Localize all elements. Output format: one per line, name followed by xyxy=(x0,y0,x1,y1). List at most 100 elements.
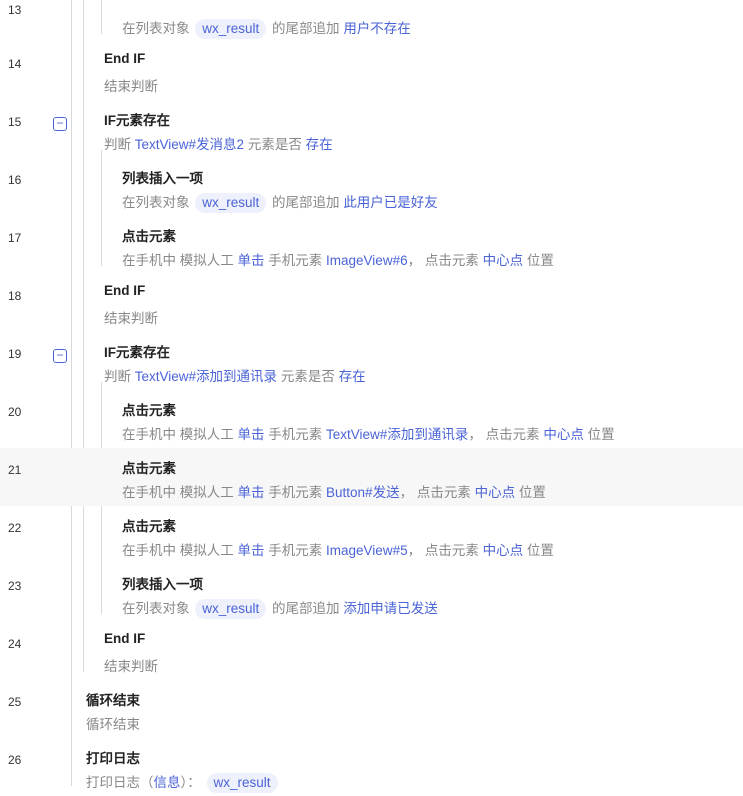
param-keyword[interactable]: 单击 xyxy=(238,543,265,558)
desc-text: 的尾部追加 xyxy=(268,601,344,616)
workflow-step-row[interactable]: 24 End IF 结束判断 xyxy=(0,622,743,680)
param-keyword[interactable]: 中心点 xyxy=(543,427,584,442)
desc-text: 判断 xyxy=(104,369,135,384)
desc-text: 在手机中 模拟人工 xyxy=(122,253,238,268)
workflow-step-row[interactable]: 21 点击元素在手机中 模拟人工 单击 手机元素 Button#发送， 点击元素 … xyxy=(0,448,743,506)
variable-chip[interactable]: wx_result xyxy=(206,773,278,793)
step-title: End IF xyxy=(104,51,146,66)
line-number: 17 xyxy=(8,231,22,245)
workflow-step-row[interactable]: 18 End IF 结束判断 xyxy=(0,274,743,332)
desc-text: ， 点击元素 xyxy=(407,253,483,268)
workflow-step-row[interactable]: 14 End IF 结束判断 xyxy=(0,42,743,100)
param-keyword[interactable]: TextView#发消息2 xyxy=(135,137,244,152)
param-keyword[interactable]: TextView#添加到通讯录 xyxy=(135,369,277,384)
workflow-step-row[interactable]: 25 循环结束 循环结束 xyxy=(0,680,743,738)
step-description: 判断 TextView#添加到通讯录 元素是否 存在 xyxy=(104,365,366,385)
desc-text: 结束判断 xyxy=(104,79,158,94)
param-keyword[interactable]: ImageView#6 xyxy=(326,253,408,268)
line-number: 18 xyxy=(8,289,22,303)
desc-text: ， 点击元素 xyxy=(399,485,475,500)
step-title: IF元素存在 xyxy=(104,113,170,128)
desc-text: 位置 xyxy=(523,543,554,558)
line-number: 23 xyxy=(8,579,22,593)
line-number: 13 xyxy=(8,3,22,17)
step-title: 点击元素 xyxy=(122,229,176,244)
desc-text: 判断 xyxy=(104,137,135,152)
step-description: 判断 TextView#发消息2 元素是否 存在 xyxy=(104,133,333,153)
line-number: 21 xyxy=(8,463,22,477)
step-title: 循环结束 xyxy=(86,693,140,708)
line-number: 25 xyxy=(8,695,22,709)
param-keyword[interactable]: 用户不存在 xyxy=(343,21,411,36)
param-keyword[interactable]: 中心点 xyxy=(483,543,524,558)
workflow-step-row[interactable]: 26 打印日志打印日志（信息）： wx_result xyxy=(0,738,743,796)
step-title: 列表插入一项 xyxy=(122,171,203,186)
param-keyword[interactable]: 此用户已是好友 xyxy=(343,195,438,210)
desc-text: 在手机中 模拟人工 xyxy=(122,543,238,558)
param-keyword[interactable]: 中心点 xyxy=(475,485,516,500)
param-keyword[interactable]: ImageView#5 xyxy=(326,543,408,558)
step-title: 点击元素 xyxy=(122,403,176,418)
line-number: 19 xyxy=(8,347,22,361)
step-title: 点击元素 xyxy=(122,461,176,476)
step-description: 结束判断 xyxy=(104,307,158,327)
line-number: 16 xyxy=(8,173,22,187)
variable-chip[interactable]: wx_result xyxy=(195,193,267,213)
step-description: 在列表对象 wx_result 的尾部追加 此用户已是好友 xyxy=(122,191,438,213)
step-title: End IF xyxy=(104,631,146,646)
desc-text: 手机元素 xyxy=(264,543,327,558)
param-keyword[interactable]: 存在 xyxy=(339,369,366,384)
step-title: 打印日志 xyxy=(86,751,140,766)
desc-text: 打印日志（ xyxy=(86,775,154,790)
param-keyword[interactable]: Button#发送 xyxy=(326,485,400,500)
desc-text: ， 点击元素 xyxy=(407,543,483,558)
line-number: 14 xyxy=(8,57,22,71)
workflow-step-row[interactable]: 15 − IF元素存在 判断 TextView#发消息2 元素是否 存在 xyxy=(0,100,743,158)
line-number: 26 xyxy=(8,753,22,767)
workflow-step-row[interactable]: 23 列表插入一项在列表对象 wx_result 的尾部追加 添加申请已发送 xyxy=(0,564,743,622)
workflow-step-row[interactable]: 19 − IF元素存在判断 TextView#添加到通讯录 元素是否 存在 xyxy=(0,332,743,390)
param-keyword[interactable]: 单击 xyxy=(238,485,265,500)
step-description: 循环结束 xyxy=(86,713,140,733)
workflow-step-row[interactable]: 22 点击元素在手机中 模拟人工 单击 手机元素 ImageView#5， 点击元… xyxy=(0,506,743,564)
step-title: End IF xyxy=(104,283,146,298)
desc-text: ， 点击元素 xyxy=(468,427,544,442)
desc-text: 结束判断 xyxy=(104,311,158,326)
line-number: 22 xyxy=(8,521,22,535)
desc-text: 在手机中 模拟人工 xyxy=(122,485,238,500)
desc-text: 的尾部追加 xyxy=(268,195,344,210)
desc-text: 循环结束 xyxy=(86,717,140,732)
param-keyword[interactable]: 存在 xyxy=(306,137,333,152)
workflow-step-row[interactable]: 13 在列表对象 wx_result 的尾部追加 用户不存在 xyxy=(0,0,743,46)
desc-text: 元素是否 xyxy=(244,137,306,152)
param-keyword[interactable]: 信息 xyxy=(154,775,181,790)
line-number: 15 xyxy=(8,115,22,129)
workflow-step-row[interactable]: 17 点击元素 在手机中 模拟人工 单击 手机元素 ImageView#6， 点击元… xyxy=(0,216,743,274)
step-title: IF元素存在 xyxy=(104,345,170,360)
desc-text: 在列表对象 xyxy=(122,195,194,210)
param-keyword[interactable]: 单击 xyxy=(238,427,265,442)
desc-text: 手机元素 xyxy=(264,427,327,442)
param-keyword[interactable]: TextView#添加到通讯录 xyxy=(326,427,468,442)
line-number: 24 xyxy=(8,637,22,651)
step-description: 在手机中 模拟人工 单击 手机元素 Button#发送， 点击元素 中心点 位置 xyxy=(122,481,546,501)
step-description: 在手机中 模拟人工 单击 手机元素 ImageView#5， 点击元素 中心点 … xyxy=(122,539,554,559)
desc-text: 手机元素 xyxy=(264,485,327,500)
param-keyword[interactable]: 单击 xyxy=(238,253,265,268)
param-keyword[interactable]: 添加申请已发送 xyxy=(343,601,438,616)
line-number: 20 xyxy=(8,405,22,419)
step-description: 结束判断 xyxy=(104,75,158,95)
workflow-step-row[interactable]: 20 点击元素在手机中 模拟人工 单击 手机元素 TextView#添加到通讯录，… xyxy=(0,390,743,448)
step-title: 点击元素 xyxy=(122,519,176,534)
collapse-minus-icon[interactable]: − xyxy=(53,349,67,363)
desc-text: 在手机中 模拟人工 xyxy=(122,427,238,442)
variable-chip[interactable]: wx_result xyxy=(195,599,267,619)
step-description: 打印日志（信息）： wx_result xyxy=(86,771,280,793)
workflow-step-row[interactable]: 16 列表插入一项 在列表对象 wx_result 的尾部追加 此用户已是好友 xyxy=(0,158,743,216)
step-title: 列表插入一项 xyxy=(122,577,203,592)
param-keyword[interactable]: 中心点 xyxy=(483,253,524,268)
step-description: 在列表对象 wx_result 的尾部追加 添加申请已发送 xyxy=(122,597,438,619)
desc-text: ）： xyxy=(180,775,205,790)
variable-chip[interactable]: wx_result xyxy=(195,19,267,39)
collapse-minus-icon[interactable]: − xyxy=(53,117,67,131)
